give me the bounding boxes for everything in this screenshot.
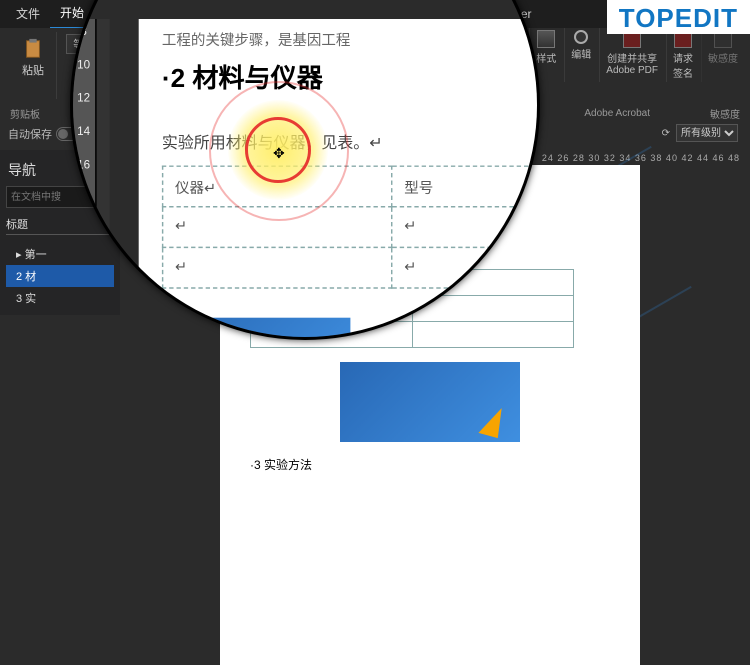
doc-shape-rect[interactable] (340, 362, 520, 442)
ribbon-right-cluster: 样式 编辑 创建并共享 Adobe PDF 请求 签名 敏感度 (529, 28, 744, 82)
clipboard-group: 粘贴 (10, 32, 57, 99)
table-cell[interactable]: ↵ (163, 247, 392, 288)
request-sign-button[interactable]: 请求 签名 (666, 28, 699, 82)
table-cell[interactable]: 仪器↵ (163, 166, 392, 207)
clipboard-section-label: 剪贴板 (10, 106, 40, 121)
acrobat-section-label: Adobe Acrobat (584, 108, 650, 119)
mag-table[interactable]: 仪器↵型号 ↵↵ ↵↵ (162, 165, 540, 288)
table-row: ↵↵ (163, 207, 540, 248)
mag-line: 工程的关键步骤，是基因工程 (162, 28, 540, 50)
table-row: ↵↵ (163, 247, 540, 288)
mag-shape-rect[interactable] (162, 318, 351, 340)
mag-document-page[interactable]: 工程的关键步骤，是基因工程 ·2 材料与仪器 实验所用材料与仪器，见表。↵ 仪器… (139, 19, 540, 340)
create-pdf-button[interactable]: 创建并共享 Adobe PDF (599, 28, 664, 82)
menu-file[interactable]: 文件 (6, 0, 50, 28)
mag-ruler-left: 810121416182022 (72, 19, 95, 340)
outline-level-select[interactable]: 所有级别 (676, 124, 738, 142)
mag-paragraph: 实验所用材料与仪器，见表。↵ (162, 131, 540, 154)
outline-level-bar: ⟳ 所有级别 (662, 124, 738, 142)
mag-gutter (95, 19, 110, 340)
autosave-label: 自动保存 (8, 126, 52, 142)
refresh-icon[interactable]: ⟳ (662, 128, 670, 139)
find-button[interactable]: 编辑 (564, 28, 597, 82)
paste-icon (22, 38, 44, 60)
mag-heading: ·2 材料与仪器 (162, 58, 540, 96)
styles-icon (537, 30, 555, 48)
topedit-logo: TOPEDIT (607, 0, 750, 34)
sensitivity-button[interactable]: 敏感度 (701, 28, 744, 82)
search-icon (574, 30, 588, 44)
magnifier-lens: L 8642▦246810 810121416182022 工程的关键步骤，是基… (70, 0, 540, 340)
table-cell[interactable]: 型号 (392, 166, 540, 207)
table-cell[interactable]: ↵ (392, 207, 540, 248)
paste-button[interactable]: 粘贴 (18, 34, 48, 82)
table-row: 仪器↵型号 (163, 166, 540, 207)
doc-shape-star-fragment (478, 404, 505, 438)
table-cell[interactable]: ↵ (392, 247, 540, 288)
table-cell[interactable]: ↵ (163, 207, 392, 248)
sensitivity-section-label: 敏感度 (710, 106, 740, 121)
doc-heading-3: ·3 实验方法 (250, 456, 610, 473)
